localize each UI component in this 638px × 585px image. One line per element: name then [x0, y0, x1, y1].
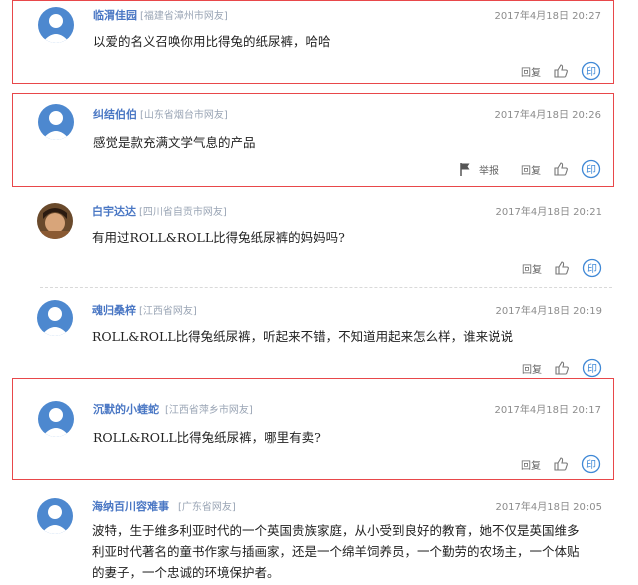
report-button[interactable]: 举报: [479, 162, 499, 177]
svg-text:印: 印: [586, 66, 596, 78]
share-button[interactable]: 印: [581, 454, 601, 474]
avatar-photo-icon: [37, 203, 73, 239]
comment-time: 2017年4月18日 20:21: [495, 207, 602, 218]
comment-location: [山东省烟台市网友]: [140, 110, 228, 121]
avatar[interactable]: [38, 104, 74, 140]
share-button[interactable]: 印: [582, 258, 602, 278]
comment-divider: [40, 287, 612, 288]
reply-button[interactable]: 回复: [521, 457, 541, 472]
thumbs-up-icon: [554, 162, 568, 176]
comment-item: 沉默的小蝰蛇 [江西省萍乡市网友] 2017年4月18日 20:17 ROLL&…: [12, 378, 614, 480]
comment-time: 2017年4月18日 20:05: [495, 502, 602, 513]
avatar-default-icon: [37, 498, 73, 534]
comment-item: 海纳百川容难事 [广东省网友] 2017年4月18日 20:05 波特，生于维多…: [12, 492, 614, 585]
comment-time: 2017年4月18日 20:17: [494, 405, 601, 416]
comment-location: [福建省漳州市网友]: [140, 11, 228, 22]
comment-text: 以爱的名义召唤你用比得兔的纸尿裤，哈哈: [93, 34, 331, 49]
avatar-default-icon: [37, 300, 73, 336]
comment-actions: 回复 印: [508, 358, 602, 378]
comment-actions: 举报 回复 印: [447, 159, 601, 179]
comment-item: 魂归桑梓 [江西省网友] 2017年4月18日 20:19 ROLL&ROLL比…: [12, 296, 614, 378]
reply-button[interactable]: 回复: [522, 361, 542, 376]
share-button[interactable]: 印: [582, 358, 602, 378]
comment-actions: 回复 印: [508, 258, 602, 278]
share-icon: 印: [582, 358, 602, 378]
like-button[interactable]: [553, 63, 569, 79]
comment-username[interactable]: 临渭佳园: [93, 7, 137, 23]
comment-time: 2017年4月18日 20:19: [495, 306, 602, 317]
svg-text:印: 印: [587, 263, 597, 275]
avatar-default-icon: [38, 401, 74, 437]
like-button[interactable]: [553, 161, 569, 177]
share-button[interactable]: 印: [581, 61, 601, 81]
share-icon: 印: [581, 454, 601, 474]
comment-username[interactable]: 纠结伯伯: [93, 106, 137, 122]
avatar[interactable]: [38, 401, 74, 437]
share-button[interactable]: 印: [581, 159, 601, 179]
comment-text: 有用过ROLL&ROLL比得兔纸尿裤的妈妈吗?: [92, 230, 345, 245]
avatar[interactable]: [37, 498, 73, 534]
comment-text: 波特，生于维多利亚时代的一个英国贵族家庭，从小受到良好的教育，她不仅是英国维多利…: [92, 523, 580, 580]
comment-text: ROLL&ROLL比得兔纸尿裤，听起来不错，不知道用起来怎么样，谁来说说: [92, 329, 514, 344]
comment-location: [江西省萍乡市网友]: [165, 405, 253, 416]
share-icon: 印: [581, 159, 601, 179]
comment-text: 感觉是款充满文学气息的产品: [93, 135, 256, 150]
avatar[interactable]: [37, 203, 73, 239]
comment-text: ROLL&ROLL比得兔纸尿裤，哪里有卖?: [93, 430, 321, 445]
like-button[interactable]: [554, 360, 570, 376]
thumbs-up-icon: [554, 457, 568, 471]
comment-location: [广东省网友]: [178, 502, 236, 513]
comment-username[interactable]: 沉默的小蝰蛇: [93, 401, 159, 417]
report-flag[interactable]: [459, 162, 473, 176]
thumbs-up-icon: [555, 261, 569, 275]
svg-text:印: 印: [586, 459, 596, 471]
svg-text:印: 印: [587, 363, 597, 375]
avatar[interactable]: [37, 300, 73, 336]
like-button[interactable]: [554, 260, 570, 276]
flag-icon: [460, 163, 470, 176]
reply-button[interactable]: 回复: [521, 162, 541, 177]
comment-actions: 回复 印: [507, 454, 601, 474]
thumbs-up-icon: [555, 361, 569, 375]
comment-item: 白宇达达 [四川省自贡市网友] 2017年4月18日 20:21 有用过ROLL…: [12, 197, 614, 283]
svg-text:印: 印: [586, 164, 596, 176]
comment-time: 2017年4月18日 20:27: [494, 11, 601, 22]
comment-location: [四川省自贡市网友]: [139, 207, 227, 218]
comment-username[interactable]: 海纳百川容难事: [92, 498, 169, 514]
avatar-default-icon: [38, 104, 74, 140]
reply-button[interactable]: 回复: [522, 261, 542, 276]
comment-item: 临渭佳园 [福建省漳州市网友] 2017年4月18日 20:27 以爱的名义召唤…: [12, 0, 614, 84]
thumbs-up-icon: [554, 64, 568, 78]
comment-location: [江西省网友]: [139, 306, 197, 317]
comment-actions: 回复 印: [507, 61, 601, 81]
comment-username[interactable]: 魂归桑梓: [92, 302, 136, 318]
comment-item: 纠结伯伯 [山东省烟台市网友] 2017年4月18日 20:26 感觉是款充满文…: [12, 93, 614, 187]
comment-time: 2017年4月18日 20:26: [494, 110, 601, 121]
share-icon: 印: [582, 258, 602, 278]
reply-button[interactable]: 回复: [521, 64, 541, 79]
comment-username[interactable]: 白宇达达: [92, 203, 136, 219]
avatar-default-icon: [38, 7, 74, 43]
share-icon: 印: [581, 61, 601, 81]
like-button[interactable]: [553, 456, 569, 472]
avatar[interactable]: [38, 7, 74, 43]
